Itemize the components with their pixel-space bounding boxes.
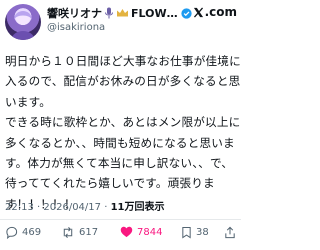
author-name[interactable]: 響咲リオナ [47,5,102,21]
bookmark-icon [182,226,191,239]
repost-button[interactable]: 617 [61,226,98,239]
site-logo: .com [193,5,237,19]
like-count: 7844 [137,226,163,238]
share-button[interactable] [224,226,236,239]
avatar[interactable] [5,4,41,40]
x-logo-icon [193,7,203,18]
tweet-header: 響咲リオナ FLOW… @isakiriona .com [0,0,241,44]
tweet-views[interactable]: 11万回表示 [111,202,165,213]
tweet-date[interactable]: 2026/04/17 [43,202,101,213]
share-icon [225,226,235,239]
bookmark-count: 38 [196,227,209,238]
reply-button[interactable]: 469 [5,226,41,239]
author-name-row[interactable]: 響咲リオナ FLOW… [47,5,192,21]
author-handle[interactable]: @isakiriona [47,22,105,33]
divider [0,219,241,220]
like-button[interactable]: 7844 [120,226,162,238]
repost-count: 617 [79,227,99,238]
logo-text: .com [204,5,237,19]
mic-icon [104,7,114,19]
author-name-suffix: FLOW… [131,6,178,20]
action-bar: 469 617 7844 38 [0,222,241,246]
tweet-meta: 22:13 · 2026/04/17 · 11万回表示 [5,198,164,213]
reply-icon [6,226,18,239]
bookmark-button[interactable]: 38 [181,226,209,239]
tweet-text: 明日から１０日間ほど大事なお仕事が佳境に入るので、配信がお休みの日が多くなると思… [5,54,241,211]
crown-icon [116,8,129,18]
tweet-time[interactable]: 22:13 [5,202,34,213]
repost-icon [63,227,73,238]
like-icon [120,226,133,238]
verified-icon [180,7,192,19]
reply-count: 469 [22,227,42,238]
